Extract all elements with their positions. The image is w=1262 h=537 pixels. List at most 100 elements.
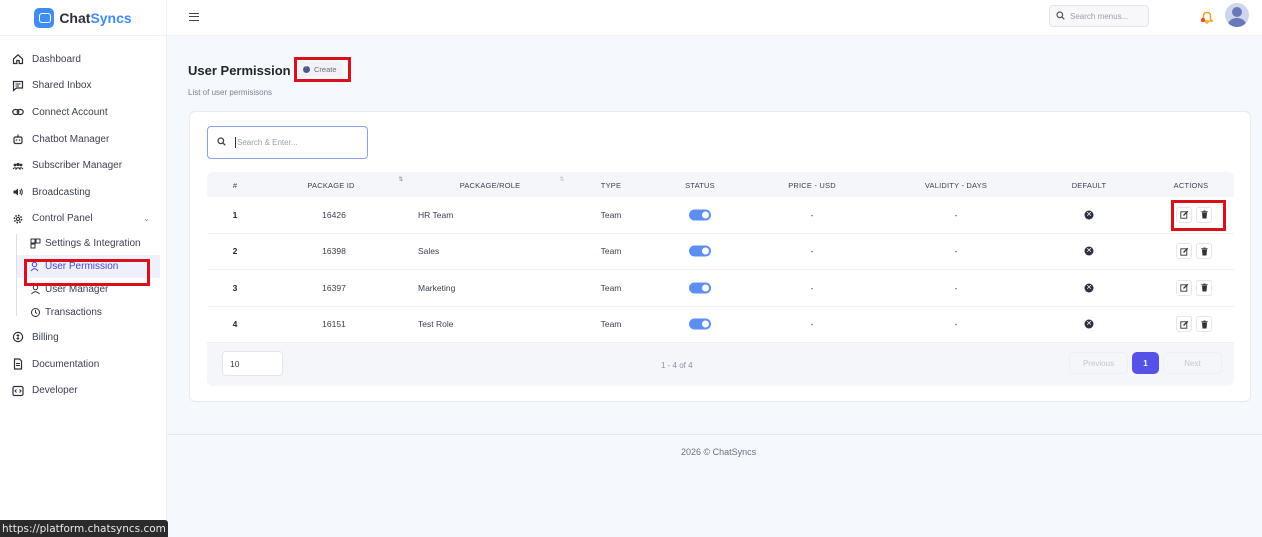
billing-icon (12, 331, 24, 343)
sidebar-item-broadcasting[interactable]: Broadcasting (0, 179, 166, 206)
row-validity: - (954, 319, 958, 330)
col-header-actions: ACTIONS (1173, 181, 1209, 190)
table-header: # PACKAGE ID ⇅ PACKAGE/ROLE ⇅ TYPE STATU… (207, 172, 1234, 197)
edit-button[interactable] (1176, 206, 1192, 223)
default-x-icon[interactable]: ✕ (1084, 319, 1094, 329)
status-toggle[interactable] (689, 245, 711, 257)
table-row: 1 16426 HR Team Team - - ✕ (207, 197, 1234, 234)
delete-button[interactable] (1196, 316, 1212, 333)
sidebar-item-transactions[interactable]: Transactions (16, 301, 166, 324)
table-row: 4 16151 Test Role Team - - ✕ (207, 306, 1234, 343)
page-title: User Permission (188, 63, 291, 78)
create-button-label: Create (314, 64, 337, 74)
default-x-icon[interactable]: ✕ (1084, 283, 1094, 293)
col-header-number[interactable]: # (233, 181, 237, 190)
row-type: Team (600, 282, 622, 293)
clock-icon (30, 307, 41, 318)
create-button[interactable]: Create (298, 62, 342, 76)
search-menus-input[interactable]: Search menus... (1049, 5, 1149, 27)
sidebar-nav: Dashboard Shared Inbox Connect Account C… (0, 36, 166, 404)
sidebar-item-billing[interactable]: Billing (0, 324, 166, 351)
row-role: HR Team (418, 209, 454, 220)
delete-button[interactable] (1196, 243, 1212, 260)
row-validity: - (954, 209, 958, 220)
col-header-status[interactable]: STATUS (685, 181, 715, 190)
sidebar-item-developer[interactable]: Developer (0, 377, 166, 404)
user-avatar[interactable] (1225, 3, 1249, 27)
row-validity: - (954, 282, 958, 293)
default-x-icon[interactable]: ✕ (1084, 246, 1094, 256)
chat-icon (12, 80, 24, 92)
toggle-on-icon (689, 318, 711, 330)
footer-divider (167, 434, 1262, 435)
status-toggle[interactable] (689, 209, 711, 221)
col-header-type[interactable]: TYPE (601, 181, 621, 190)
edit-button[interactable] (1176, 279, 1192, 296)
table-row: 3 16397 Marketing Team - - ✕ (207, 270, 1234, 307)
sidebar-item-subscriber-manager[interactable]: Subscriber Manager (0, 152, 166, 179)
pagination-range: 1 - 4 of 4 (661, 361, 693, 370)
sidebar-item-chatbot-manager[interactable]: Chatbot Manager (0, 126, 166, 153)
sidebar-item-settings-integration[interactable]: Settings & Integration (16, 232, 166, 255)
link-icon (12, 106, 24, 118)
chevron-down-icon: ⌄ (143, 214, 150, 224)
grid-icon (30, 238, 41, 249)
edit-button[interactable] (1176, 316, 1192, 333)
col-header-validity[interactable]: VALIDITY - DAYS (925, 181, 987, 190)
toggle-on-icon (689, 282, 711, 294)
sidebar-item-documentation[interactable]: Documentation (0, 351, 166, 378)
document-icon (12, 358, 24, 370)
page-1-button[interactable]: 1 (1132, 352, 1159, 374)
settings-icon (12, 213, 24, 225)
menu-icon[interactable] (189, 13, 199, 21)
status-toggle[interactable] (689, 282, 711, 294)
previous-page-button[interactable]: Previous (1069, 352, 1128, 374)
sidebar-item-shared-inbox[interactable]: Shared Inbox (0, 73, 166, 100)
col-header-default[interactable]: DEFAULT (1072, 181, 1107, 190)
search-icon (217, 137, 226, 148)
search-icon (1056, 10, 1065, 22)
search-menus-placeholder: Search menus... (1070, 11, 1129, 21)
brand-logo[interactable]: ChatSyncs (0, 0, 166, 36)
sidebar-item-connect-account[interactable]: Connect Account (0, 99, 166, 126)
toggle-on-icon (689, 209, 711, 221)
row-package-id: 16426 (322, 209, 346, 220)
sidebar-item-label: User Permission (45, 261, 119, 273)
edit-button[interactable] (1176, 243, 1192, 260)
sidebar-item-label: Settings & Integration (45, 238, 141, 250)
row-number: 1 (232, 209, 238, 220)
sidebar-item-dashboard[interactable]: Dashboard (0, 46, 166, 73)
sidebar-item-label: Transactions (45, 307, 102, 319)
bell-icon[interactable] (1199, 9, 1214, 24)
table-search-input[interactable]: Search & Enter... (207, 126, 368, 159)
col-header-price[interactable]: PRICE - USD (788, 181, 836, 190)
permissions-card: Search & Enter... # PACKAGE ID ⇅ PACKAGE… (189, 111, 1251, 402)
table-row: 2 16398 Sales Team - - ✕ (207, 233, 1234, 270)
sidebar-item-label: Dashboard (32, 53, 81, 65)
brand-name: ChatSyncs (59, 9, 132, 26)
speaker-icon (12, 186, 24, 198)
page-size-select[interactable]: 10 (222, 351, 283, 376)
row-type: Team (600, 246, 622, 257)
sort-icon[interactable]: ⇅ (559, 176, 564, 183)
sort-icon[interactable]: ⇅ (398, 176, 403, 183)
sidebar-item-label: Chatbot Manager (32, 133, 110, 145)
sidebar-item-user-permission[interactable]: User Permission (16, 255, 160, 279)
row-role: Marketing (418, 282, 456, 293)
sidebar-item-user-manager[interactable]: User Manager (16, 278, 166, 301)
sidebar-item-label: Control Panel (32, 213, 93, 225)
col-header-package-role[interactable]: PACKAGE/ROLE (460, 181, 521, 190)
col-header-package-id[interactable]: PACKAGE ID (307, 181, 354, 190)
sidebar-item-label: Documentation (32, 358, 100, 370)
default-x-icon[interactable]: ✕ (1084, 210, 1094, 220)
control-panel-submenu: Settings & Integration User Permission U… (16, 232, 166, 324)
next-page-button[interactable]: Next (1163, 352, 1222, 374)
row-price: - (810, 209, 814, 220)
delete-button[interactable] (1196, 279, 1212, 296)
robot-icon (12, 133, 24, 145)
row-type: Team (600, 209, 622, 220)
status-bar-url: https://platform.chatsyncs.com (0, 520, 168, 537)
delete-button[interactable] (1196, 206, 1212, 223)
sidebar-item-control-panel[interactable]: Control Panel ⌄ (0, 206, 166, 233)
status-toggle[interactable] (689, 318, 711, 330)
